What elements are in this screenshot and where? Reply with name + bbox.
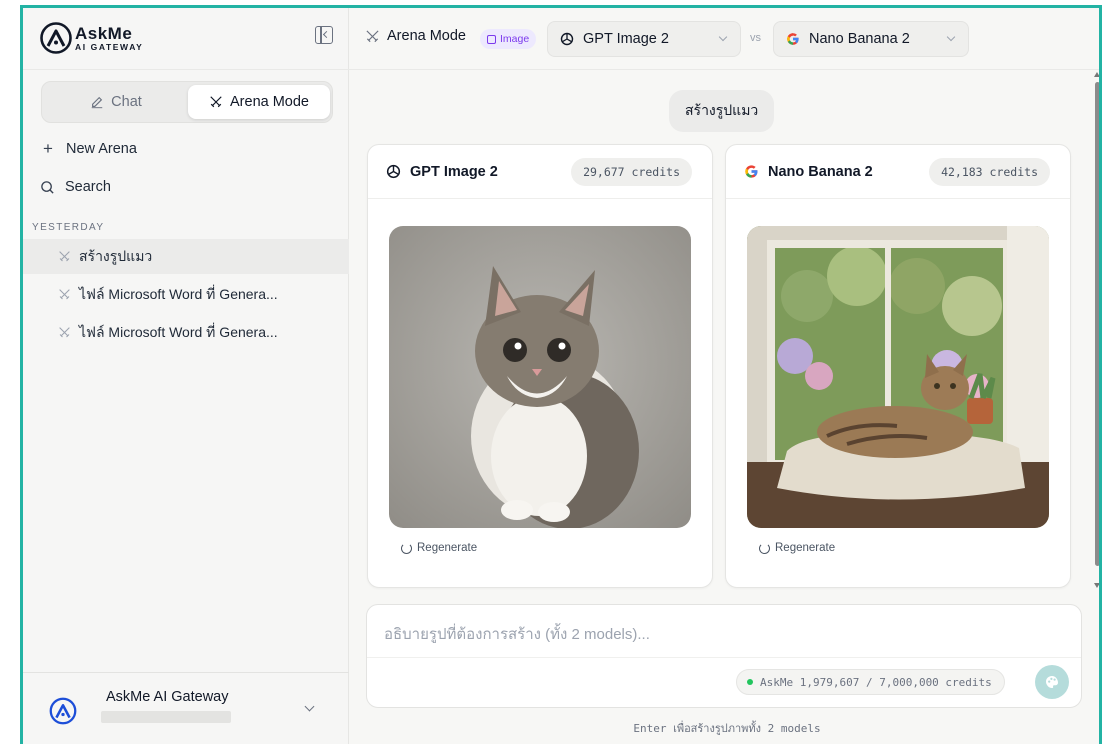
model-a-result-card: GPT Image 2 29,677 credits Regenerate [367, 144, 713, 588]
topbar: Arena Mode Image GPT Image 2 vs Nano Ban… [349, 8, 1099, 70]
user-email-redacted [101, 711, 231, 723]
generated-cat-image[interactable] [747, 226, 1049, 528]
avatar [49, 697, 77, 725]
history-item-label: ไฟล์ Microsoft Word ที่ Genera... [79, 323, 278, 340]
arena-title-label: Arena Mode [387, 28, 466, 44]
search-button[interactable]: Search [40, 175, 111, 199]
logo-row: AskMe AI GATEWAY [23, 8, 349, 70]
edit-icon [91, 96, 103, 109]
credit-balance-label: AskMe 1,979,607 / 7,000,000 credits [760, 675, 992, 689]
image-badge-label: Image [500, 33, 530, 45]
history-item[interactable]: ไฟล์ Microsoft Word ที่ Genera... [23, 315, 349, 350]
askme-logo-icon [40, 22, 72, 54]
history-item[interactable]: สร้างรูปแมว [23, 239, 349, 274]
arena-mode-button[interactable]: Arena Mode [188, 85, 330, 119]
history-item-label: สร้างรูปแมว [79, 247, 153, 264]
prompt-composer: AskMe 1,979,607 / 7,000,000 credits [366, 604, 1082, 708]
new-arena-button[interactable]: + New Arena [40, 137, 137, 161]
palette-icon [1046, 676, 1058, 688]
scroll-down-arrow-icon[interactable] [1094, 583, 1099, 588]
composer-hint: Enter เพื่อสร้างรูปภาพทั้ง 2 models [633, 722, 821, 735]
chat-mode-label: Chat [111, 94, 142, 110]
regenerate-label: Regenerate [417, 542, 478, 554]
model-b-select[interactable]: Nano Banana 2 [773, 21, 969, 57]
card-model-name: Nano Banana 2 [743, 163, 873, 180]
scrollbar-thumb[interactable] [1095, 82, 1099, 566]
crossed-swords-icon [210, 96, 222, 108]
model-b-label: Nano Banana 2 [809, 31, 910, 47]
openai-icon [386, 164, 401, 179]
card-header: Nano Banana 2 42,183 credits [726, 145, 1070, 199]
logo-wordmark: AskMe AI GATEWAY [75, 25, 143, 52]
plus-icon: + [43, 139, 53, 158]
collapse-sidebar-icon[interactable] [315, 26, 333, 44]
mode-toggle: Chat Arena Mode [41, 81, 333, 123]
arena-title: Arena Mode [365, 28, 466, 44]
chevron-down-icon [718, 32, 728, 42]
openai-icon [560, 32, 574, 46]
app-window: AskMe AI GATEWAY Chat Arena Mode + New A… [20, 5, 1102, 744]
image-icon [487, 34, 496, 44]
chevron-down-icon [304, 701, 315, 712]
google-icon [787, 33, 799, 45]
chevron-down-icon [946, 32, 956, 42]
arena-conversation: สร้างรูปแมว GPT Image 2 29,677 credits R… [349, 70, 1099, 590]
generate-button[interactable] [1035, 665, 1069, 699]
user-menu[interactable]: AskMe AI Gateway [23, 672, 349, 744]
google-icon [745, 165, 758, 178]
history-section-label: YESTERDAY [32, 222, 105, 233]
prompt-input[interactable] [384, 623, 1064, 645]
generated-cat-image[interactable] [389, 226, 691, 528]
card-header: GPT Image 2 29,677 credits [368, 145, 712, 199]
credit-balance-badge: AskMe 1,979,607 / 7,000,000 credits [736, 669, 1005, 695]
logo-title: AskMe [75, 24, 133, 43]
regenerate-button[interactable]: Regenerate [759, 542, 835, 554]
scrollbar[interactable] [1093, 70, 1099, 590]
scroll-up-arrow-icon[interactable] [1094, 72, 1099, 77]
credits-badge: 29,677 credits [571, 158, 692, 186]
vs-label: vs [750, 32, 761, 44]
card-model-label: Nano Banana 2 [768, 163, 873, 180]
search-icon [41, 180, 54, 194]
crossed-swords-icon [59, 327, 70, 338]
sidebar: AskMe AI GATEWAY Chat Arena Mode + New A… [23, 8, 349, 744]
model-a-select[interactable]: GPT Image 2 [547, 21, 741, 57]
refresh-icon [401, 542, 412, 554]
crossed-swords-icon [366, 29, 379, 42]
model-a-label: GPT Image 2 [583, 31, 669, 47]
image-badge: Image [480, 29, 537, 49]
history-item-label: ไฟล์ Microsoft Word ที่ Genera... [79, 285, 278, 302]
history-item[interactable]: ไฟล์ Microsoft Word ที่ Genera... [23, 277, 349, 312]
search-label: Search [65, 179, 111, 195]
crossed-swords-icon [59, 251, 70, 262]
main-panel: Arena Mode Image GPT Image 2 vs Nano Ban… [349, 8, 1099, 744]
card-model-label: GPT Image 2 [410, 163, 498, 180]
new-arena-label: New Arena [66, 141, 137, 157]
chat-mode-button[interactable]: Chat [45, 85, 187, 119]
model-b-result-card: Nano Banana 2 42,183 credits Regenerate [725, 144, 1071, 588]
card-model-name: GPT Image 2 [385, 163, 498, 180]
regenerate-label: Regenerate [775, 542, 836, 554]
refresh-icon [759, 542, 770, 554]
regenerate-button[interactable]: Regenerate [401, 542, 477, 554]
crossed-swords-icon [59, 289, 70, 300]
logo-subtitle: AI GATEWAY [75, 42, 144, 52]
credits-badge: 42,183 credits [929, 158, 1050, 186]
composer-divider [367, 657, 1081, 658]
status-dot-icon [747, 679, 753, 685]
user-name: AskMe AI Gateway [106, 689, 229, 705]
arena-mode-label: Arena Mode [230, 94, 309, 110]
user-prompt-bubble: สร้างรูปแมว [669, 90, 775, 132]
